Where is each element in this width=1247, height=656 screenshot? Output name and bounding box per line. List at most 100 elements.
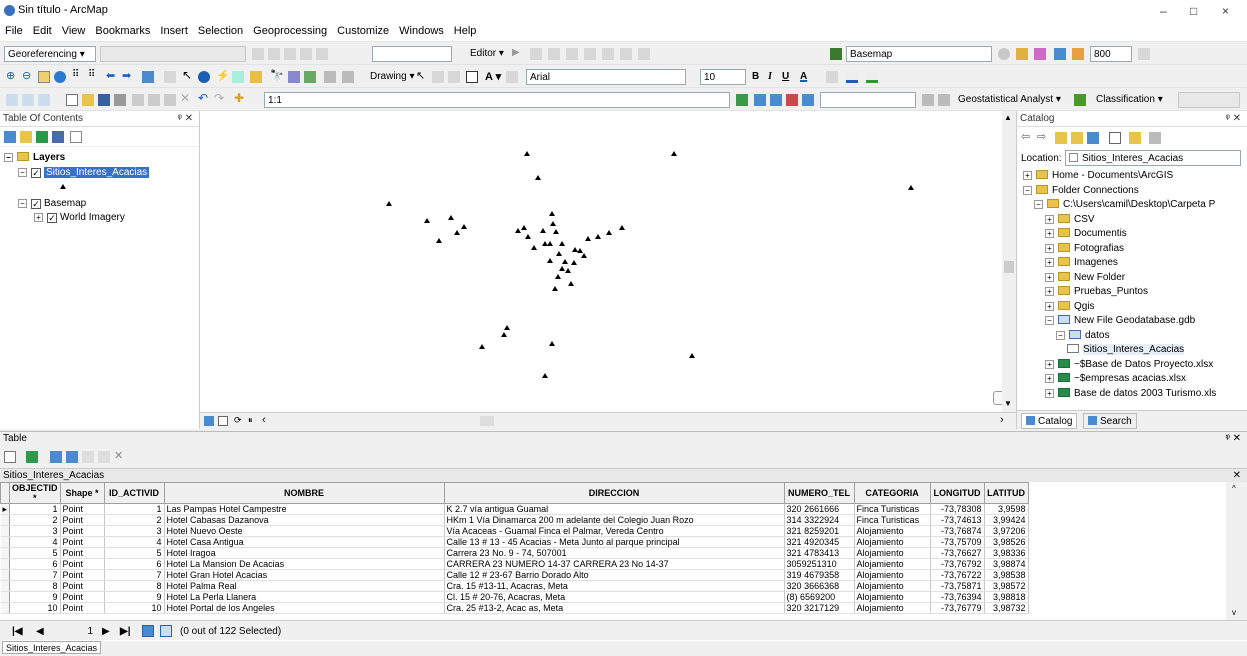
- delete-icon[interactable]: ✕: [114, 449, 126, 462]
- flicker-icon[interactable]: [1016, 48, 1028, 60]
- map-point-marker[interactable]: [571, 260, 577, 265]
- pin-icon[interactable]: ᵠ ✕: [177, 111, 193, 127]
- text-tool-icon[interactable]: A ▾: [485, 69, 501, 85]
- column-header[interactable]: LATITUD: [983, 482, 1029, 504]
- column-header[interactable]: CATEGORIA: [853, 482, 931, 504]
- column-header[interactable]: Shape *: [59, 482, 105, 504]
- up-level-icon[interactable]: [1055, 132, 1067, 144]
- catalog-item[interactable]: + Fotografias: [1045, 242, 1124, 256]
- analyst-tool2-icon[interactable]: [938, 94, 950, 106]
- forward-icon[interactable]: ⇨: [1037, 130, 1049, 143]
- map-point-marker[interactable]: [531, 245, 537, 250]
- font-size-dropdown[interactable]: 10: [700, 69, 746, 85]
- classification-layer-dropdown[interactable]: [1178, 92, 1240, 108]
- column-header[interactable]: DIRECCION: [443, 482, 785, 504]
- show-all-records-icon[interactable]: [142, 625, 154, 637]
- georef-scale-input[interactable]: [372, 46, 452, 62]
- map-point-marker[interactable]: [524, 151, 530, 156]
- map-point-marker[interactable]: [547, 258, 553, 263]
- menu-edit[interactable]: Edit: [28, 22, 57, 40]
- menu-customize[interactable]: Customize: [332, 22, 394, 40]
- zoom-in-icon[interactable]: ⊕: [6, 69, 18, 82]
- scale-value-input[interactable]: 800: [1090, 46, 1132, 62]
- find-icon[interactable]: 🔭: [270, 69, 284, 82]
- map-point-marker[interactable]: [424, 218, 430, 223]
- expand-icon[interactable]: +: [1045, 258, 1054, 267]
- view-toggle-icon[interactable]: [1109, 132, 1121, 144]
- cut-icon[interactable]: [132, 94, 144, 106]
- pause-drawing-icon[interactable]: ⏸: [248, 415, 260, 427]
- catalog-item[interactable]: + ~$Base de Datos Proyecto.xlsx: [1045, 358, 1213, 372]
- effects-icon[interactable]: [1034, 48, 1046, 60]
- expand-icon[interactable]: +: [1045, 287, 1054, 296]
- list-by-visibility-icon[interactable]: [36, 131, 48, 143]
- map-point-marker[interactable]: [606, 230, 612, 235]
- scroll-down-icon[interactable]: ▼: [1004, 399, 1016, 411]
- clear-selection-icon[interactable]: [164, 71, 176, 83]
- previous-record-button[interactable]: ◀: [36, 624, 44, 640]
- close-button[interactable]: ×: [1222, 4, 1229, 18]
- link-table-icon[interactable]: [316, 48, 328, 60]
- time-slider-icon[interactable]: [324, 71, 336, 83]
- collapse-icon[interactable]: −: [4, 153, 13, 162]
- rotate-icon[interactable]: [252, 48, 264, 60]
- menu-view[interactable]: View: [57, 22, 91, 40]
- scroll-right-icon[interactable]: ›: [1000, 414, 1012, 426]
- catalog-item[interactable]: − C:\Users\camil\Desktop\Carpeta P: [1034, 198, 1215, 212]
- toc-window-icon[interactable]: [754, 94, 766, 106]
- close-table-icon[interactable]: ✕: [1233, 469, 1241, 483]
- add-data-icon[interactable]: ✚: [234, 91, 246, 105]
- map-point-marker[interactable]: [448, 215, 454, 220]
- editor-dropdown[interactable]: Editor ▾: [470, 46, 504, 62]
- switch-selection-icon[interactable]: [66, 451, 78, 463]
- create-features-icon[interactable]: [638, 48, 650, 60]
- back-icon[interactable]: ⇦: [1021, 130, 1033, 143]
- home-icon[interactable]: [1071, 132, 1083, 144]
- collapse-icon[interactable]: −: [18, 168, 27, 177]
- map-point-marker[interactable]: [559, 266, 565, 271]
- catalog-item[interactable]: + Qgis: [1045, 300, 1095, 314]
- geostat-wizard-icon[interactable]: [1074, 94, 1086, 106]
- menu-windows[interactable]: Windows: [394, 22, 449, 40]
- map-point-marker[interactable]: [568, 281, 574, 286]
- basemap-visibility-checkbox[interactable]: ✓: [31, 199, 41, 209]
- map-point-marker[interactable]: [671, 151, 677, 156]
- row-selector[interactable]: [0, 591, 11, 603]
- basemap-dropdown[interactable]: Basemap: [846, 46, 992, 62]
- list-by-source-icon[interactable]: [20, 131, 32, 143]
- tool-a-icon[interactable]: [6, 94, 18, 106]
- identify-icon[interactable]: [198, 71, 210, 83]
- menu-geoprocessing[interactable]: Geoprocessing: [248, 22, 332, 40]
- forward-icon[interactable]: ➡: [122, 69, 134, 82]
- catalog-item[interactable]: − Folder Connections: [1023, 184, 1139, 198]
- expand-icon[interactable]: +: [34, 213, 43, 222]
- current-record-input[interactable]: 1: [50, 624, 96, 640]
- underline-button[interactable]: U: [782, 69, 789, 85]
- undo-icon[interactable]: ↶: [198, 91, 210, 105]
- bold-button[interactable]: B: [752, 69, 759, 85]
- clear-selection-icon[interactable]: [82, 451, 94, 463]
- map-point-marker[interactable]: [559, 241, 565, 246]
- table-row[interactable]: 4 Point 4 Hotel Casa Antigua Calle 13 # 13 -…: [0, 536, 1029, 548]
- map-point-marker[interactable]: [504, 325, 510, 330]
- expand-icon[interactable]: +: [1023, 171, 1032, 180]
- new-document-icon[interactable]: [66, 94, 78, 106]
- catalog-item[interactable]: + Imagenes: [1045, 256, 1118, 270]
- expand-icon[interactable]: +: [1045, 214, 1054, 224]
- column-header[interactable]: OBJECTID *: [9, 482, 61, 504]
- map-point-marker[interactable]: [565, 268, 571, 273]
- scroll-up-icon[interactable]: ▲: [1004, 113, 1016, 125]
- map-point-marker[interactable]: [540, 228, 546, 233]
- data-view-icon[interactable]: [204, 416, 214, 426]
- map-point-marker[interactable]: [581, 253, 587, 258]
- arctoolbox-icon[interactable]: [802, 94, 814, 106]
- rotate-drawing-icon[interactable]: [432, 71, 444, 83]
- catalog-item[interactable]: + New Folder: [1045, 271, 1125, 285]
- expand-icon[interactable]: +: [1045, 272, 1054, 282]
- line-color-icon[interactable]: [846, 71, 858, 83]
- add-control-points-icon[interactable]: [300, 48, 312, 60]
- sketch-properties-icon[interactable]: [620, 48, 632, 60]
- expand-icon[interactable]: +: [1045, 388, 1054, 398]
- catalog-item[interactable]: + Home - Documents\ArcGIS: [1023, 169, 1173, 183]
- connect-folder-icon[interactable]: [1087, 132, 1099, 144]
